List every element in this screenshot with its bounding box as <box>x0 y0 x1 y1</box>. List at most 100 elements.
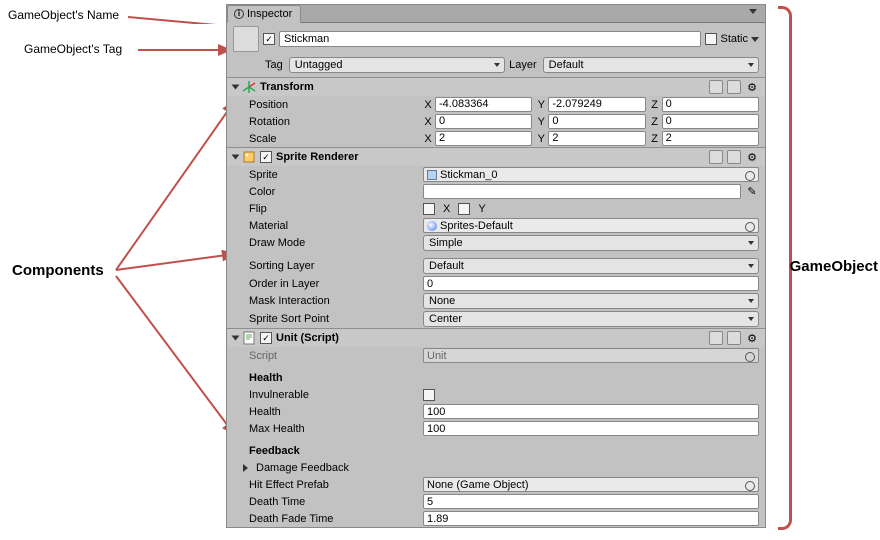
unit-enabled[interactable]: ✓ <box>260 332 272 344</box>
invulnerable-label: Invulnerable <box>249 389 419 401</box>
layer-dropdown[interactable]: Default <box>543 57 759 73</box>
position-label: Position <box>249 99 419 111</box>
death-fade-time-label: Death Fade Time <box>249 513 419 525</box>
arrow-to-comp1 <box>112 98 240 278</box>
inspector-panel: i Inspector ✓ Stickman Static Tag Untagg… <box>226 4 766 528</box>
rotation-y[interactable]: 0 <box>548 114 645 129</box>
position-z[interactable]: 0 <box>662 97 759 112</box>
tag-label: Tag <box>265 59 283 71</box>
component-transform: Transform ⚙ Position X-4.083364 Y-2.0792… <box>227 77 765 147</box>
arrow-to-comp3 <box>112 272 240 442</box>
static-dropdown-icon[interactable] <box>751 37 759 42</box>
active-checkbox[interactable]: ✓ <box>263 33 275 45</box>
sprite-sort-point-label: Sprite Sort Point <box>249 313 419 325</box>
eyedropper-icon[interactable]: ✎ <box>745 185 759 199</box>
foldout-icon[interactable] <box>232 155 240 160</box>
transform-header[interactable]: Transform ⚙ <box>227 78 765 96</box>
sprite-renderer-enabled[interactable]: ✓ <box>260 151 272 163</box>
color-label: Color <box>249 186 419 198</box>
gameobject-header: ✓ Stickman Static <box>227 23 765 55</box>
material-thumb-icon <box>427 221 437 231</box>
gameobject-icon[interactable] <box>233 26 259 52</box>
sprite-thumb-icon <box>427 170 437 180</box>
rotation-x[interactable]: 0 <box>435 114 532 129</box>
help-button[interactable] <box>709 80 723 94</box>
position-x[interactable]: -4.083364 <box>435 97 532 112</box>
sorting-layer-label: Sorting Layer <box>249 260 419 272</box>
gear-icon[interactable]: ⚙ <box>745 150 759 164</box>
draw-mode-label: Draw Mode <box>249 237 419 249</box>
draw-mode-dropdown[interactable]: Simple <box>423 235 759 251</box>
help-button[interactable] <box>709 150 723 164</box>
annotation-components: Components <box>12 262 104 279</box>
gameobject-name-field[interactable]: Stickman <box>279 31 701 47</box>
order-in-layer-field[interactable]: 0 <box>423 276 759 291</box>
sprite-label: Sprite <box>249 169 419 181</box>
info-icon: i <box>234 9 244 19</box>
arrow-to-tag <box>138 44 238 56</box>
damage-feedback-label: Damage Feedback <box>256 462 349 474</box>
position-y[interactable]: -2.079249 <box>548 97 645 112</box>
sorting-layer-dropdown[interactable]: Default <box>423 258 759 274</box>
transform-icon <box>242 80 256 94</box>
sprite-renderer-icon <box>242 150 256 164</box>
flip-label: Flip <box>249 203 419 215</box>
unit-header[interactable]: ✓ Unit (Script) ⚙ <box>227 329 765 347</box>
scale-label: Scale <box>249 133 419 145</box>
rotation-z[interactable]: 0 <box>662 114 759 129</box>
rotation-label: Rotation <box>249 116 419 128</box>
feedback-header: Feedback <box>249 445 419 457</box>
mask-interaction-dropdown[interactable]: None <box>423 293 759 309</box>
script-label: Script <box>249 350 419 362</box>
gear-icon[interactable]: ⚙ <box>745 80 759 94</box>
preset-button[interactable] <box>727 80 741 94</box>
material-label: Material <box>249 220 419 232</box>
annotation-gameobject-tag: GameObject's Tag <box>24 42 122 56</box>
sprite-renderer-title: Sprite Renderer <box>276 151 705 163</box>
script-field: Unit <box>423 348 759 363</box>
layer-label: Layer <box>509 59 537 71</box>
preset-button[interactable] <box>727 331 741 345</box>
static-checkbox[interactable] <box>705 33 717 45</box>
transform-title: Transform <box>260 81 705 93</box>
death-fade-time-field[interactable]: 1.89 <box>423 511 759 526</box>
mask-interaction-label: Mask Interaction <box>249 295 419 307</box>
preset-button[interactable] <box>727 150 741 164</box>
sprite-renderer-header[interactable]: ✓ Sprite Renderer ⚙ <box>227 148 765 166</box>
gear-icon[interactable]: ⚙ <box>745 331 759 345</box>
death-time-label: Death Time <box>249 496 419 508</box>
invulnerable-checkbox[interactable] <box>423 389 435 401</box>
foldout-icon[interactable] <box>243 464 248 472</box>
tab-menu-icon[interactable] <box>745 9 761 19</box>
max-health-field[interactable]: 100 <box>423 421 759 436</box>
tab-inspector[interactable]: i Inspector <box>227 5 301 23</box>
foldout-icon[interactable] <box>232 336 240 341</box>
sprite-sort-point-dropdown[interactable]: Center <box>423 311 759 327</box>
unit-title: Unit (Script) <box>276 332 705 344</box>
scale-y[interactable]: 2 <box>548 131 645 146</box>
hit-effect-prefab-field[interactable]: None (Game Object) <box>423 477 759 492</box>
death-time-field[interactable]: 5 <box>423 494 759 509</box>
script-icon <box>242 331 256 345</box>
flip-y-checkbox[interactable] <box>458 203 470 215</box>
flip-x-checkbox[interactable] <box>423 203 435 215</box>
arrow-to-comp2 <box>112 250 240 280</box>
health-field[interactable]: 100 <box>423 404 759 419</box>
tag-dropdown[interactable]: Untagged <box>289 57 505 73</box>
help-button[interactable] <box>709 331 723 345</box>
order-in-layer-label: Order in Layer <box>249 278 419 290</box>
foldout-icon[interactable] <box>232 85 240 90</box>
health-label: Health <box>249 406 419 418</box>
color-field[interactable] <box>423 184 741 199</box>
component-sprite-renderer: ✓ Sprite Renderer ⚙ Sprite Stickman_0 Co… <box>227 147 765 328</box>
material-field[interactable]: Sprites-Default <box>423 218 759 233</box>
scale-x[interactable]: 2 <box>435 131 532 146</box>
max-health-label: Max Health <box>249 423 419 435</box>
tab-label: Inspector <box>247 8 292 20</box>
hit-effect-prefab-label: Hit Effect Prefab <box>249 479 419 491</box>
sprite-field[interactable]: Stickman_0 <box>423 167 759 182</box>
health-header: Health <box>249 372 419 384</box>
scale-z[interactable]: 2 <box>662 131 759 146</box>
annotation-gameobject: GameObject <box>790 258 878 275</box>
static-label: Static <box>720 33 748 45</box>
